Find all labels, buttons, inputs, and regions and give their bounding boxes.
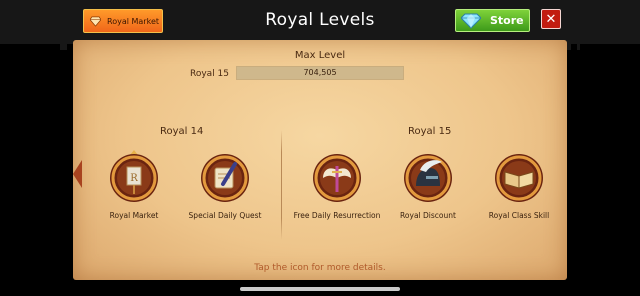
hint-text: Tap the icon for more details. bbox=[254, 263, 386, 273]
perk-label: Royal Discount bbox=[400, 211, 456, 220]
royal-banner-icon: R bbox=[110, 150, 158, 202]
perk-free-daily-resurrection[interactable]: Free Daily Resurrection bbox=[292, 148, 382, 221]
level-points: 704,505 bbox=[303, 68, 337, 77]
group-title-royal-14: Royal 14 bbox=[160, 126, 204, 137]
close-icon: ✕ bbox=[545, 11, 557, 27]
home-indicator[interactable] bbox=[240, 287, 400, 291]
scroll-quill-icon bbox=[201, 154, 249, 202]
svg-text:R: R bbox=[130, 173, 138, 184]
winged-sword-icon bbox=[313, 154, 361, 202]
store-button[interactable]: Store bbox=[455, 9, 530, 32]
perk-special-daily-quest[interactable]: Special Daily Quest bbox=[180, 148, 270, 221]
perk-label: Special Daily Quest bbox=[188, 211, 262, 220]
perk-royal-market[interactable]: R Royal Market bbox=[89, 148, 179, 221]
diamond-icon bbox=[461, 13, 481, 29]
perk-label: Free Daily Resurrection bbox=[293, 211, 381, 220]
perk-label: Royal Class Skill bbox=[488, 211, 550, 220]
left-arrow-icon[interactable] bbox=[73, 160, 82, 188]
store-button-label: Store bbox=[490, 14, 524, 27]
current-level-label: Royal 15 bbox=[190, 69, 230, 79]
close-button[interactable]: ✕ bbox=[541, 9, 561, 29]
level-progress-bar: 704,505 bbox=[236, 66, 404, 80]
open-book-icon bbox=[495, 154, 543, 202]
perk-royal-class-skill[interactable]: Royal Class Skill bbox=[474, 148, 564, 221]
group-divider bbox=[281, 130, 282, 240]
feathered-helmet-icon bbox=[404, 154, 452, 202]
perk-label: Royal Market bbox=[109, 211, 159, 220]
group-title-royal-15: Royal 15 bbox=[408, 126, 452, 137]
max-level-heading: Max Level bbox=[294, 50, 346, 61]
perk-royal-discount[interactable]: Royal Discount bbox=[383, 148, 473, 221]
